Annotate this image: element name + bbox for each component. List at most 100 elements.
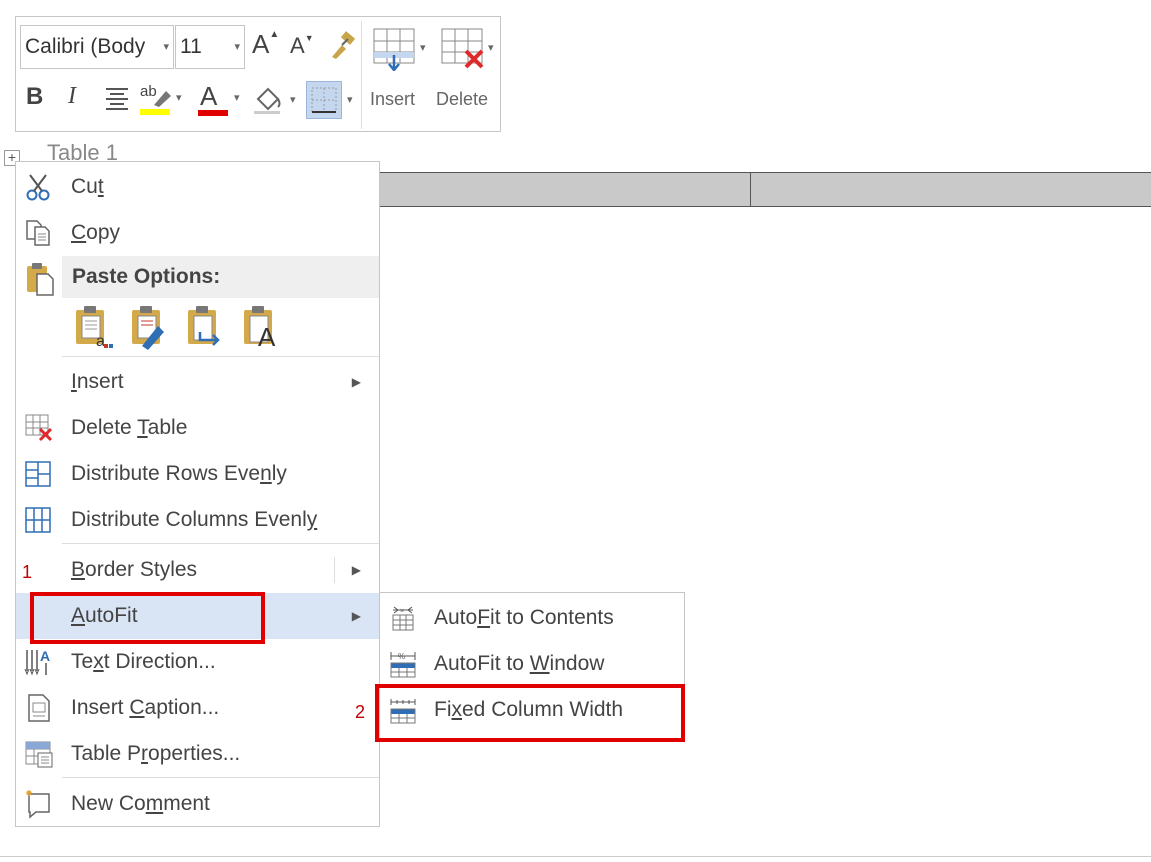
paste-options-header: Paste Options: [62,256,379,298]
autofit-contents-icon: × [392,606,414,631]
chevron-down-icon[interactable]: ▾ [420,41,426,54]
chevron-down-icon[interactable]: ▾ [347,93,353,106]
step-number-1: 1 [22,562,33,582]
menu-item-delete-table[interactable]: Delete Table [16,405,379,451]
menu-item-distribute-rows[interactable]: Distribute Rows Evenly [16,451,379,497]
menu-separator [62,543,379,544]
chevron-down-icon[interactable]: ▾ [234,26,240,68]
distribute-rows-icon [25,461,51,487]
svg-text:×: × [400,608,404,615]
svg-text:a: a [96,333,105,350]
menu-item-border-styles[interactable]: Border Styles ▶ [16,547,379,593]
paste-options-row: a A [72,302,332,354]
menu-item-insert-label: Insert [71,370,124,393]
borders-button[interactable]: ▾ [306,81,360,121]
menu-item-new-comment-label: New Comment [71,792,210,815]
font-name-box[interactable]: Calibri (Body ▾ [20,25,174,69]
chevron-down-icon[interactable]: ▾ [234,91,240,104]
shading-button[interactable]: ▾ [252,83,300,119]
menu-item-insert-caption[interactable]: Insert Caption... [16,685,379,731]
italic-button[interactable]: I [68,83,76,110]
insert-caption-icon [28,694,50,722]
menu-item-copy-label: Copy [71,221,121,244]
font-color-bar [198,110,228,116]
svg-text:%: % [398,652,405,661]
step-number-2: 2 [355,702,366,722]
grow-font-button[interactable]: A▲ [252,29,279,60]
paste-merge-formatting-button[interactable] [128,304,172,350]
chevron-down-icon[interactable]: ▾ [163,26,169,68]
toolbar-divider [361,21,362,129]
menu-item-table-properties-label: Table Properties... [71,742,241,765]
chevron-down-icon[interactable]: ▾ [176,91,182,104]
paste-text-only-button[interactable]: A [240,304,284,352]
menu-item-table-properties[interactable]: Table Properties... [16,731,379,777]
submenu-arrow-icon: ▶ [351,609,361,623]
menu-item-insert-caption-label: Insert Caption... [71,696,220,719]
menu-item-distribute-columns[interactable]: Distribute Columns Evenly [16,497,379,543]
shading-icon [254,87,281,114]
borders-icon [311,87,337,113]
svg-text:A: A [40,648,50,664]
highlighter-pen-icon [154,91,171,107]
page-bottom-rule [0,856,1151,857]
delete-label: Delete [436,89,489,109]
menu-separator [62,356,379,357]
text-only-letter: A [258,322,276,352]
copy-icon [26,220,50,246]
distribute-columns-icon [25,507,51,533]
submenu-arrow-icon: ▶ [351,563,361,577]
submenu-item-autofit-contents[interactable]: × AutoFit to Contents [380,595,684,641]
menu-item-border-styles-label: Border Styles [71,558,198,581]
paste-keep-source-button[interactable]: a [72,304,116,350]
picture-paste-icon [188,306,220,346]
autofit-window-icon: % [390,652,416,678]
insert-label: Insert [370,89,416,109]
shrink-font-icon: A [290,33,305,58]
mini-toolbar: Calibri (Body ▾ 11 ▾ A▲ A▼ B I ab ▾ A ▾ [15,16,501,132]
highlight-button[interactable]: ab ▾ [138,83,188,117]
menu-item-text-direction[interactable]: A Text Direction... [16,639,379,685]
center-align-button[interactable] [104,85,130,116]
menu-item-copy[interactable]: Copy [16,210,379,256]
callout-box-autofit [30,592,265,644]
center-align-icon [106,88,128,110]
menu-item-cut-label: Cut [71,175,104,198]
highlight-color-bar [140,109,170,115]
font-color-button[interactable]: A ▾ [198,81,244,119]
bold-button[interactable]: B [26,83,43,111]
menu-item-cut[interactable]: Cut [16,164,379,210]
menu-separator [62,777,379,778]
delete-table-icon [25,414,53,442]
menu-item-text-direction-label: Text Direction... [71,650,216,673]
insert-table-button[interactable]: ▾ Insert [370,23,436,123]
submenu-item-autofit-contents-label: AutoFit to Contents [434,606,614,629]
table-properties-icon [25,741,53,768]
submenu-arrow-icon: ▶ [351,375,361,389]
chevron-down-icon[interactable]: ▾ [290,93,296,106]
paste-options-label: Paste Options: [72,265,221,288]
delete-table-toolbar-button[interactable]: ▾ Delete [436,23,502,123]
callout-box-fixed-width [375,684,685,742]
paste-picture-button[interactable] [184,304,228,350]
font-name-value: Calibri (Body [25,35,146,58]
submenu-item-autofit-window[interactable]: % AutoFit to Window [380,641,684,687]
column-divider [750,173,751,206]
shrink-font-button[interactable]: A▼ [290,33,314,59]
menu-item-delete-table-label: Delete Table [71,416,188,439]
menu-item-insert[interactable]: Insert ▶ [16,359,379,405]
chevron-down-icon[interactable]: ▾ [488,41,494,54]
context-menu: Cut Copy Paste Options: a A Insert ▶ Del… [15,161,380,827]
format-painter-icon [332,31,356,59]
insert-table-icon [373,28,415,71]
delete-table-toolbar-icon [441,28,484,69]
menu-item-distribute-rows-label: Distribute Rows Evenly [71,462,287,485]
scissors-icon [26,174,50,201]
keep-source-formatting-icon: a [76,306,113,350]
menu-item-new-comment[interactable]: New Comment [16,781,379,827]
grow-font-icon: A [252,29,270,59]
document-table[interactable] [380,172,1151,207]
format-painter-button[interactable] [326,31,358,66]
submenu-item-autofit-window-label: AutoFit to Window [434,652,605,675]
font-size-box[interactable]: 11 ▾ [175,25,245,69]
